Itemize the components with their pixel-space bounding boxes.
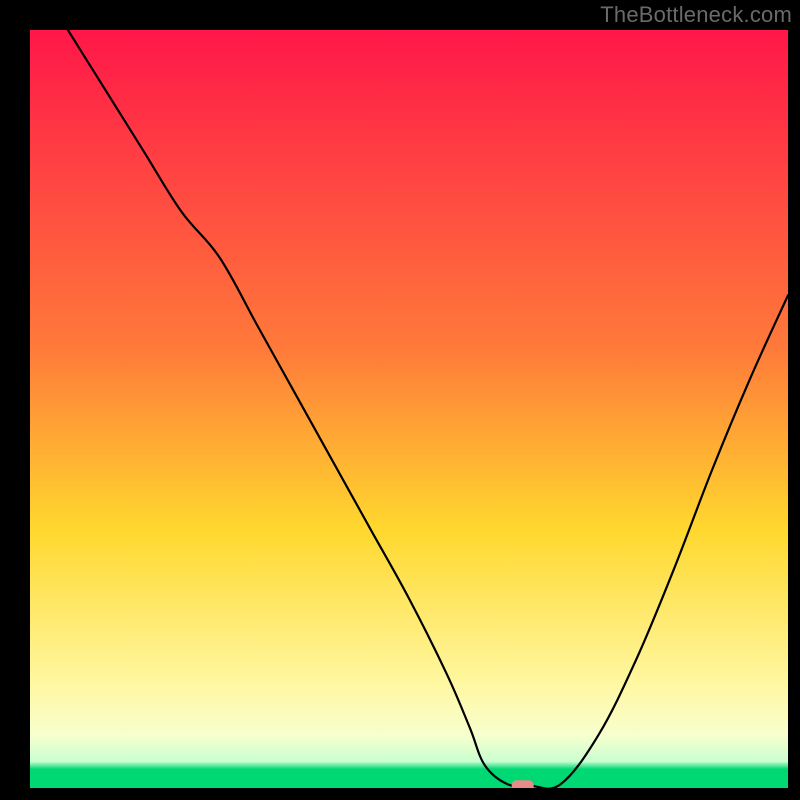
- gradient-background: [30, 30, 788, 788]
- bottleneck-chart: [30, 30, 788, 788]
- watermark-text: TheBottleneck.com: [600, 2, 792, 28]
- chart-frame: TheBottleneck.com: [0, 0, 800, 800]
- plot-area: [30, 30, 788, 788]
- optimum-marker: [512, 780, 534, 788]
